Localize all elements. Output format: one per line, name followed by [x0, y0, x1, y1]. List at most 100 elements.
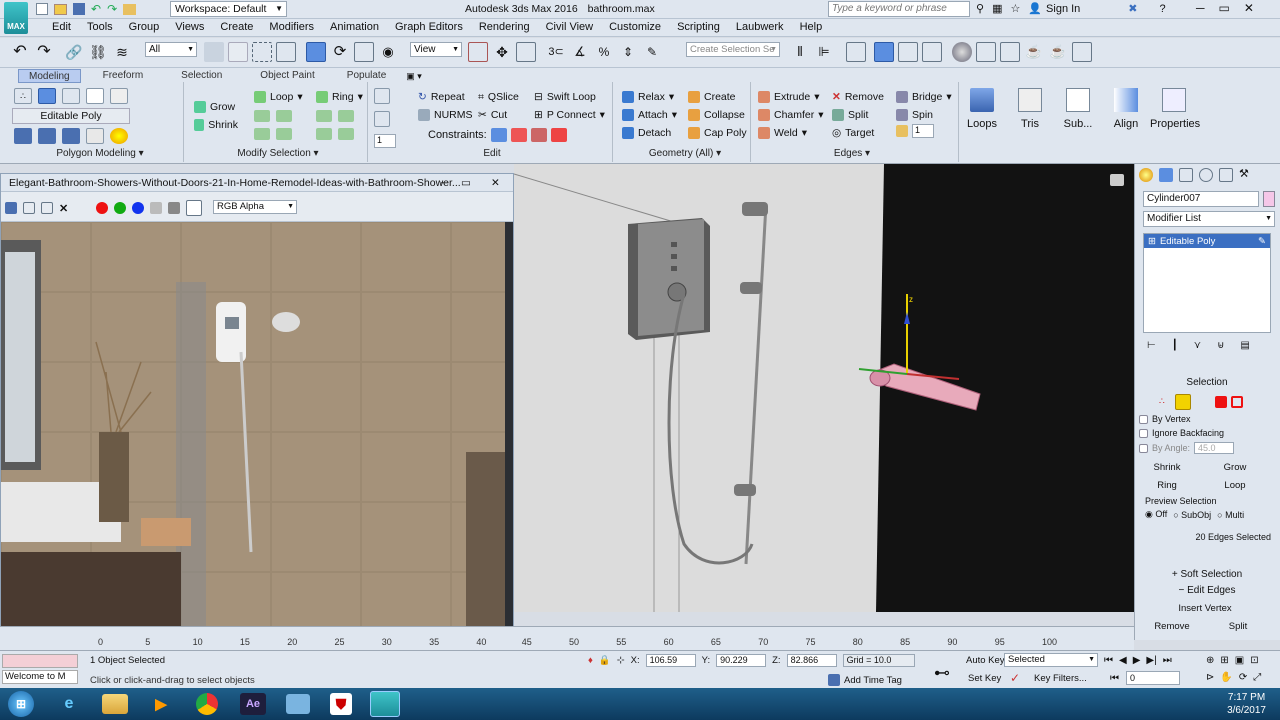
render-setup-icon[interactable] [976, 42, 996, 62]
configure-modifiers-icon[interactable]: ▤ [1240, 340, 1249, 351]
menu-group[interactable]: Group [121, 21, 168, 33]
cap-poly-button[interactable]: Cap Poly [688, 124, 747, 142]
vertex-mode-icon[interactable]: ∴ [14, 88, 32, 104]
menu-views[interactable]: Views [167, 21, 212, 33]
modifier-mode-icon[interactable] [14, 128, 32, 144]
set-key-icon[interactable]: ✓ [1010, 671, 1020, 685]
ref-coord-dropdown[interactable]: View ▼ [410, 42, 462, 57]
constraint-face-icon[interactable] [530, 128, 547, 142]
object-name-field[interactable]: Cylinder007 [1143, 191, 1259, 207]
ring-shrink-icon[interactable] [338, 110, 354, 122]
sign-in-link[interactable]: Sign In [1046, 3, 1080, 15]
named-selection-input[interactable]: Create Selection Se ▼ [686, 42, 780, 57]
pdf-reader-icon[interactable]: ⛊ [330, 693, 352, 715]
menu-help[interactable]: Help [792, 21, 831, 33]
polygon-subobj-icon[interactable] [1215, 396, 1227, 408]
select-object-icon[interactable] [204, 42, 224, 62]
weld-button[interactable]: Weld ▾ [758, 124, 824, 142]
remove-modifier-icon[interactable] [86, 128, 104, 144]
ring-step-icon[interactable] [316, 128, 332, 140]
constraint-normal-icon[interactable] [550, 128, 567, 142]
channel-dropdown[interactable]: RGB Alpha ▼ [213, 200, 297, 214]
zoom-icon[interactable]: ⊕ [1206, 655, 1214, 666]
timeline[interactable]: 45 50 55 60 65 70 75 80 85 90 95 100 [514, 626, 1134, 650]
rect-selection-icon[interactable] [252, 42, 272, 62]
minimize-icon[interactable]: ─ [1196, 1, 1205, 15]
split-button[interactable]: Split [832, 106, 884, 124]
edges-section-label[interactable]: Edges ▾ [832, 148, 872, 159]
remove-modifier-icon[interactable]: ⊌ [1217, 340, 1224, 351]
ring-step2-icon[interactable] [338, 128, 354, 140]
edge-mode-icon[interactable] [38, 88, 56, 104]
make-unique-icon[interactable]: ⋎ [1194, 340, 1201, 351]
undo-icon[interactable]: ↶ [10, 42, 30, 62]
hierarchy-panel-icon[interactable] [1179, 168, 1193, 182]
qslice-button[interactable]: ⌗ QSlice [478, 88, 519, 106]
element-subobj-icon[interactable] [1231, 396, 1243, 408]
play-icon[interactable]: ▶ [1133, 655, 1141, 666]
loop-button[interactable]: Loop ▾ [254, 88, 308, 106]
swift-loop-button[interactable]: ⊟ Swift Loop [534, 88, 605, 106]
split-button[interactable]: Split [1207, 619, 1269, 635]
ring-grow-icon[interactable] [316, 110, 332, 122]
mono-icon[interactable] [168, 202, 181, 214]
polygon-modeling-label[interactable]: Polygon Modeling ▾ [40, 148, 160, 159]
menu-create[interactable]: Create [212, 21, 261, 33]
menu-scripting[interactable]: Scripting [669, 21, 728, 33]
minimize-icon[interactable]: ─ [441, 174, 448, 192]
show-end-result-icon[interactable]: ┃ [1172, 340, 1178, 351]
loop-step-icon[interactable] [254, 128, 270, 140]
layer-manager-icon[interactable] [846, 42, 866, 62]
bridge-button[interactable]: Bridge ▾ [896, 88, 952, 106]
user-icon[interactable]: 👤 [1028, 2, 1042, 15]
star-icon[interactable]: ☆ [1010, 2, 1020, 15]
preserve-uvs-icon[interactable] [374, 88, 390, 104]
curve-editor-icon[interactable] [898, 42, 918, 62]
tris-button[interactable]: Tris [1006, 88, 1054, 130]
workspace-dropdown[interactable]: Workspace: Default ▼ [170, 1, 287, 17]
properties-button[interactable]: Properties [1150, 88, 1200, 130]
go-to-start-icon[interactable]: ⏮ [1104, 655, 1113, 666]
prev-frame-icon[interactable]: ◀ [1119, 655, 1127, 666]
modify-selection-label[interactable]: Modify Selection ▾ [228, 148, 328, 159]
cut-button[interactable]: ✂ Cut [478, 106, 519, 124]
open-file-icon[interactable] [54, 3, 67, 15]
menu-modifiers[interactable]: Modifiers [261, 21, 322, 33]
loop-step2-icon[interactable] [276, 128, 292, 140]
clear-icon[interactable]: ✕ [59, 202, 68, 215]
tab-selection[interactable]: Selection [171, 69, 232, 83]
binoculars-icon[interactable]: ⚲ [976, 2, 984, 15]
chrome-icon[interactable] [196, 693, 218, 715]
expand-plus-icon[interactable]: ⊞ [1148, 236, 1156, 247]
motion-panel-icon[interactable] [1199, 168, 1213, 182]
detach-button[interactable]: Detach [622, 124, 677, 142]
render-iterative-icon[interactable]: ☕ [1048, 42, 1068, 62]
tab-modeling[interactable]: Modeling [18, 69, 81, 83]
grow-button[interactable]: Grow [194, 98, 238, 116]
object-color-swatch[interactable] [1263, 191, 1275, 207]
media-player-icon[interactable]: ▶ [142, 690, 180, 718]
project-folder-icon[interactable] [123, 3, 137, 15]
tab-object-paint[interactable]: Object Paint [250, 69, 324, 83]
file-explorer-icon[interactable] [102, 694, 128, 714]
grow-button[interactable]: Grow [1207, 460, 1263, 476]
new-file-icon[interactable] [36, 3, 48, 15]
maximize-viewport-icon[interactable]: ⤢ [1253, 672, 1261, 683]
chamfer-button[interactable]: Chamfer ▾ [758, 106, 824, 124]
maxscript-output[interactable]: Welcome to M [2, 670, 78, 684]
next-frame-icon[interactable]: ▶| [1146, 655, 1156, 666]
loop-button[interactable]: Loop [1207, 478, 1263, 494]
shrink-button[interactable]: Shrink [194, 116, 238, 134]
fov-icon[interactable]: ⊳ [1206, 672, 1214, 683]
save-image-icon[interactable] [5, 202, 17, 214]
isolate-icon[interactable]: ♦ [588, 655, 593, 666]
by-vertex-checkbox[interactable] [1139, 414, 1148, 424]
key-mode-icon[interactable]: ⊷ [934, 663, 950, 683]
collapse-stack-icon[interactable] [110, 128, 128, 144]
edit-edges-rollout[interactable]: − Edit Edges [1139, 584, 1275, 598]
select-rotate-icon[interactable]: ⟳ [330, 42, 350, 62]
red-channel-icon[interactable] [96, 202, 109, 214]
mirror-icon[interactable]: ⫴ [790, 42, 810, 62]
loop-shrink-icon[interactable] [276, 110, 292, 122]
select-manipulate-icon[interactable]: ✥ [492, 42, 512, 62]
